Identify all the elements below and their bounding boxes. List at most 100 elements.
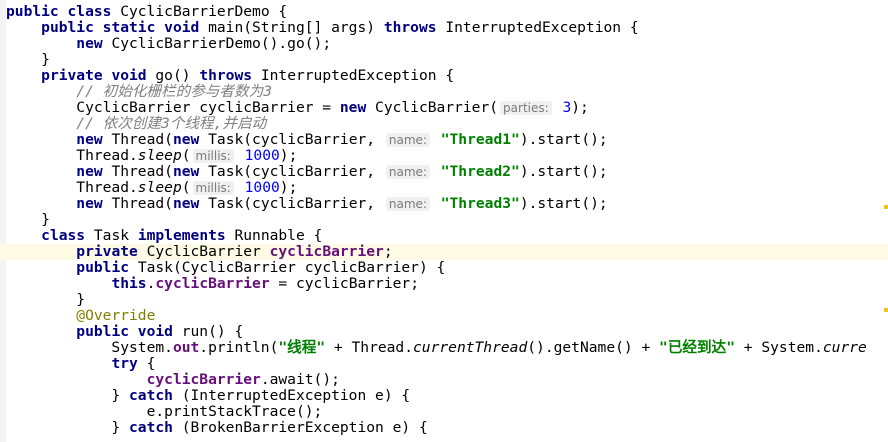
string-token: "Thread3" xyxy=(431,195,520,212)
code-text: this.cyclicBarrier = cyclicBarrier; xyxy=(6,275,419,292)
code-line[interactable]: try { xyxy=(0,356,888,372)
parameter-hint: name: xyxy=(385,165,430,179)
keyword-token: new xyxy=(76,131,112,148)
code-token: InterruptedException { xyxy=(445,19,639,36)
code-token: main(String[] args) xyxy=(208,19,384,36)
italic-method-token: currentThread xyxy=(413,339,528,356)
parameter-hint: name: xyxy=(385,133,430,147)
code-line[interactable]: } xyxy=(0,292,888,308)
code-line[interactable]: new CyclicBarrierDemo().go(); xyxy=(0,36,888,52)
string-token: "已经到达" xyxy=(659,339,735,356)
code-token: ).start(); xyxy=(519,195,608,212)
code-token: CyclicBarrier cyclicBarrier = xyxy=(6,99,340,116)
code-line[interactable]: e.printStackTrace(); xyxy=(0,404,888,420)
code-token: ).start(); xyxy=(519,163,608,180)
code-line[interactable]: CyclicBarrier cyclicBarrier = new Cyclic… xyxy=(0,100,888,116)
code-text: } xyxy=(6,291,85,308)
code-line[interactable]: public Task(CyclicBarrier cyclicBarrier)… xyxy=(0,260,888,276)
keyword-token: class xyxy=(41,227,94,244)
code-text: public Task(CyclicBarrier cyclicBarrier)… xyxy=(6,259,445,276)
code-token: go() xyxy=(155,67,200,84)
code-token: Thread( xyxy=(111,131,173,148)
code-token: ( xyxy=(181,147,191,164)
code-token: System. xyxy=(6,339,173,356)
code-token: Task xyxy=(93,227,138,244)
code-token: ; xyxy=(383,243,393,260)
code-token: + System. xyxy=(735,339,823,356)
code-token: CyclicBarrierDemo().go(); xyxy=(111,35,332,52)
code-line[interactable]: new Thread(new Task(cyclicBarrier, name:… xyxy=(0,132,888,148)
code-token: ).start(); xyxy=(519,131,608,148)
code-line[interactable]: public class CyclicBarrierDemo { xyxy=(0,4,888,20)
parameter-hint: millis: xyxy=(192,181,234,195)
code-line[interactable]: private CyclicBarrier cyclicBarrier; xyxy=(0,244,888,260)
keyword-token: catch xyxy=(129,387,182,404)
code-token: CyclicBarrier xyxy=(146,243,270,260)
code-line[interactable]: public void run() { xyxy=(0,324,888,340)
code-line[interactable]: System.out.println("线程" + Thread.current… xyxy=(0,340,888,356)
italic-method-token: curre xyxy=(822,339,867,356)
code-text: System.out.println("线程" + Thread.current… xyxy=(6,339,867,356)
code-line[interactable]: public static void main(String[] args) t… xyxy=(0,20,888,36)
field-token: out xyxy=(172,339,200,356)
code-text: } catch (BrokenBarrierException e) { xyxy=(6,419,427,436)
keyword-token: private xyxy=(76,243,147,260)
code-token: + Thread. xyxy=(325,339,414,356)
keyword-token: public void xyxy=(76,323,182,340)
code-line[interactable]: } catch (InterruptedException e) { xyxy=(0,388,888,404)
code-token: Task(CyclicBarrier cyclicBarrier) { xyxy=(137,259,446,276)
keyword-token: this xyxy=(111,275,147,292)
code-line[interactable]: @Override xyxy=(0,308,888,324)
code-token: CyclicBarrier( xyxy=(375,99,499,116)
keyword-token: new xyxy=(339,99,376,116)
code-token: InterruptedException { xyxy=(260,67,455,84)
code-line[interactable]: this.cyclicBarrier = cyclicBarrier; xyxy=(0,276,888,292)
code-token: e.printStackTrace(); xyxy=(6,403,323,420)
keyword-token: new xyxy=(172,131,209,148)
code-line[interactable]: } xyxy=(0,52,888,68)
code-text: new CyclicBarrierDemo().go(); xyxy=(6,35,331,52)
code-line[interactable]: Thread.sleep(millis: 1000); xyxy=(0,148,888,164)
code-token: ().getName() + xyxy=(527,339,660,356)
code-text: Thread.sleep(millis: 1000); xyxy=(6,179,297,196)
code-line[interactable]: private void go() throws InterruptedExce… xyxy=(0,68,888,84)
code-token: = cyclicBarrier; xyxy=(278,275,419,292)
code-text: cyclicBarrier.await(); xyxy=(6,371,340,388)
code-line[interactable]: Thread.sleep(millis: 1000); xyxy=(0,180,888,196)
keyword-token: public xyxy=(76,259,138,276)
code-token: Thread( xyxy=(111,163,173,180)
code-token: ); xyxy=(279,179,298,196)
code-line[interactable]: new Thread(new Task(cyclicBarrier, name:… xyxy=(0,164,888,180)
code-line[interactable]: } catch (BrokenBarrierException e) { xyxy=(0,420,888,436)
code-line[interactable]: new Thread(new Task(cyclicBarrier, name:… xyxy=(0,196,888,212)
parameter-hint: parties: xyxy=(500,101,552,115)
code-editor[interactable]: public class CyclicBarrierDemo { public … xyxy=(0,0,888,442)
code-line[interactable]: cyclicBarrier.await(); xyxy=(0,372,888,388)
code-line[interactable]: // 初始化栅栏的参与者数为3 xyxy=(0,84,888,100)
code-text: } catch (InterruptedException e) { xyxy=(6,387,410,404)
code-token: ); xyxy=(279,147,298,164)
code-text: e.printStackTrace(); xyxy=(6,403,323,420)
code-text: try { xyxy=(6,355,155,372)
keyword-token: new xyxy=(172,163,209,180)
string-token: "线程" xyxy=(278,339,326,356)
code-line[interactable]: } xyxy=(0,212,888,228)
code-line[interactable]: // 依次创建3个线程,并启动 xyxy=(0,116,888,132)
code-token: .println( xyxy=(199,339,279,356)
code-token: Task(cyclicBarrier, xyxy=(208,195,384,212)
code-line[interactable]: class Task implements Runnable { xyxy=(0,228,888,244)
code-token: ); xyxy=(571,99,589,116)
code-token: run() { xyxy=(181,323,244,340)
comment-token: // 初始化栅栏的参与者数为3 xyxy=(76,83,272,100)
code-token: CyclicBarrierDemo { xyxy=(120,3,288,20)
code-text: public void run() { xyxy=(6,323,243,340)
code-token: } xyxy=(6,419,130,436)
number-token: 1000 xyxy=(235,147,280,164)
